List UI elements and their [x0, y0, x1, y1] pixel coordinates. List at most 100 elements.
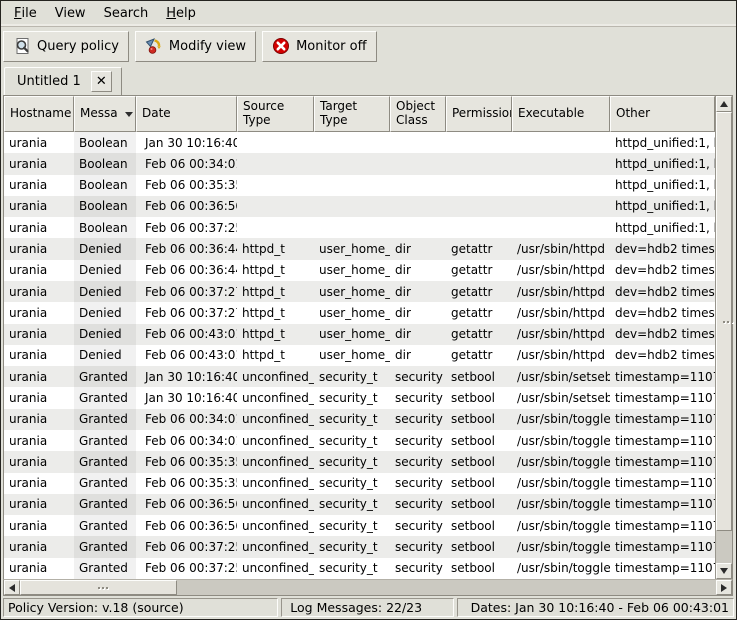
cell-object_class: [390, 196, 446, 217]
cell-other: timestamp=11076: [610, 536, 715, 557]
vertical-scroll-track[interactable]: [716, 112, 732, 563]
table-row[interactable]: uraniaDeniedFeb 06 00:43:01httpd_tuser_h…: [4, 324, 715, 345]
scroll-right-button[interactable]: [716, 580, 732, 595]
monitor-off-label: Monitor off: [296, 39, 366, 54]
cell-executable: [512, 132, 610, 153]
table-row[interactable]: uraniaGrantedFeb 06 00:35:35unconfined_s…: [4, 451, 715, 472]
cell-source_type: unconfined_: [237, 366, 314, 387]
modify-view-icon: [145, 37, 163, 55]
cell-target_type: security_t: [314, 387, 390, 408]
column-header-executable[interactable]: Executable: [512, 96, 610, 132]
cell-message: Granted: [74, 409, 136, 430]
tab-close-button[interactable]: ✕: [91, 71, 112, 92]
menu-item-file[interactable]: File: [5, 1, 46, 26]
cell-object_class: security: [390, 387, 446, 408]
horizontal-scroll-thumb[interactable]: [20, 580, 177, 595]
cell-hostname: urania: [4, 132, 74, 153]
table-body: uraniaBooleanJan 30 10:16:40httpd_unifie…: [4, 132, 715, 579]
table-row[interactable]: uraniaGrantedFeb 06 00:37:25unconfined_s…: [4, 558, 715, 579]
table-row[interactable]: uraniaGrantedFeb 06 00:37:25unconfined_s…: [4, 536, 715, 557]
column-header-hostname[interactable]: Hostname: [4, 96, 74, 132]
cell-object_class: [390, 175, 446, 196]
cell-permission: getattr: [446, 260, 512, 281]
column-header-permission[interactable]: Permission: [446, 96, 512, 132]
cell-permission: getattr: [446, 302, 512, 323]
vertical-scroll-thumb[interactable]: [716, 112, 732, 531]
cell-source_type: unconfined_: [237, 473, 314, 494]
cell-other: dev=hdb2 timesta: [610, 324, 715, 345]
cell-executable: /usr/sbin/httpd: [512, 238, 610, 259]
cell-permission: getattr: [446, 281, 512, 302]
cell-other: dev=hdb2 timesta: [610, 345, 715, 366]
cell-source_type: httpd_t: [237, 345, 314, 366]
cell-hostname: urania: [4, 302, 74, 323]
table-row[interactable]: uraniaDeniedFeb 06 00:43:01httpd_tuser_h…: [4, 345, 715, 366]
table-row[interactable]: uraniaGrantedFeb 06 00:34:01unconfined_s…: [4, 409, 715, 430]
cell-date: Feb 06 00:34:01: [136, 409, 237, 430]
cell-date: Feb 06 00:37:27: [136, 302, 237, 323]
column-header-target_type[interactable]: Target Type: [314, 96, 390, 132]
table-row[interactable]: uraniaGrantedFeb 06 00:36:56unconfined_s…: [4, 515, 715, 536]
menu-item-search[interactable]: Search: [95, 1, 158, 26]
table-row[interactable]: uraniaBooleanFeb 06 00:36:56httpd_unifie…: [4, 196, 715, 217]
table-row[interactable]: uraniaGrantedFeb 06 00:36:56unconfined_s…: [4, 494, 715, 515]
cell-message: Denied: [74, 345, 136, 366]
cell-object_class: [390, 217, 446, 238]
cell-other: httpd_unified:1, ht: [610, 153, 715, 174]
cell-executable: /usr/sbin/httpd: [512, 302, 610, 323]
cell-object_class: security: [390, 558, 446, 579]
query-policy-button[interactable]: Query policy: [3, 31, 129, 62]
cell-object_class: security: [390, 536, 446, 557]
table-row[interactable]: uraniaBooleanFeb 06 00:35:35httpd_unifie…: [4, 175, 715, 196]
cell-permission: setbool: [446, 409, 512, 430]
column-header-source_type[interactable]: Source Type: [237, 96, 314, 132]
table-row[interactable]: uraniaGrantedFeb 06 00:34:01unconfined_s…: [4, 430, 715, 451]
table-row[interactable]: uraniaBooleanFeb 06 00:34:01httpd_unifie…: [4, 153, 715, 174]
cell-hostname: urania: [4, 494, 74, 515]
menu-item-help[interactable]: Help: [157, 1, 205, 26]
cell-hostname: urania: [4, 430, 74, 451]
table-row[interactable]: uraniaBooleanJan 30 10:16:40httpd_unifie…: [4, 132, 715, 153]
cell-target_type: security_t: [314, 536, 390, 557]
cell-hostname: urania: [4, 536, 74, 557]
table-row[interactable]: uraniaDeniedFeb 06 00:36:44httpd_tuser_h…: [4, 260, 715, 281]
cell-object_class: security: [390, 409, 446, 430]
table-row[interactable]: uraniaGrantedFeb 06 00:35:35unconfined_s…: [4, 473, 715, 494]
column-header-date[interactable]: Date: [136, 96, 237, 132]
cell-executable: [512, 217, 610, 238]
cell-date: Jan 30 10:16:40: [136, 387, 237, 408]
table-row[interactable]: uraniaDeniedFeb 06 00:37:27httpd_tuser_h…: [4, 281, 715, 302]
column-header-message[interactable]: Messa: [74, 96, 136, 132]
menu-item-view[interactable]: View: [46, 1, 95, 26]
column-header-other[interactable]: Other: [610, 96, 715, 132]
cell-executable: /usr/sbin/setseb: [512, 387, 610, 408]
cell-source_type: [237, 196, 314, 217]
table-row[interactable]: uraniaDeniedFeb 06 00:36:44httpd_tuser_h…: [4, 238, 715, 259]
column-header-object_class[interactable]: Object Class: [390, 96, 446, 132]
table-row[interactable]: uraniaBooleanFeb 06 00:37:25httpd_unifie…: [4, 217, 715, 238]
scroll-up-button[interactable]: [716, 96, 732, 112]
table-row[interactable]: uraniaDeniedFeb 06 00:37:27httpd_tuser_h…: [4, 302, 715, 323]
scroll-down-button[interactable]: [716, 563, 732, 579]
cell-object_class: security: [390, 430, 446, 451]
scroll-left-button[interactable]: [4, 580, 20, 595]
cell-message: Denied: [74, 324, 136, 345]
cell-executable: /usr/sbin/toggle: [512, 451, 610, 472]
cell-executable: /usr/sbin/toggle: [512, 536, 610, 557]
tab-untitled-1[interactable]: Untitled 1 ✕: [4, 67, 122, 95]
cell-object_class: dir: [390, 302, 446, 323]
cell-permission: getattr: [446, 324, 512, 345]
horizontal-scrollbar[interactable]: [3, 579, 733, 596]
monitor-off-button[interactable]: Monitor off: [262, 31, 376, 62]
horizontal-scroll-track[interactable]: [20, 580, 716, 595]
table-row[interactable]: uraniaGrantedJan 30 10:16:40unconfined_s…: [4, 387, 715, 408]
query-policy-label: Query policy: [37, 39, 119, 54]
column-header-label: Other: [616, 107, 650, 121]
cell-message: Boolean: [74, 153, 136, 174]
vertical-scrollbar[interactable]: [715, 96, 732, 579]
table-row[interactable]: uraniaGrantedJan 30 10:16:40unconfined_s…: [4, 366, 715, 387]
cell-other: timestamp=11076: [610, 409, 715, 430]
modify-view-button[interactable]: Modify view: [135, 31, 256, 62]
column-header-label: Permission: [452, 107, 512, 121]
cell-source_type: httpd_t: [237, 260, 314, 281]
